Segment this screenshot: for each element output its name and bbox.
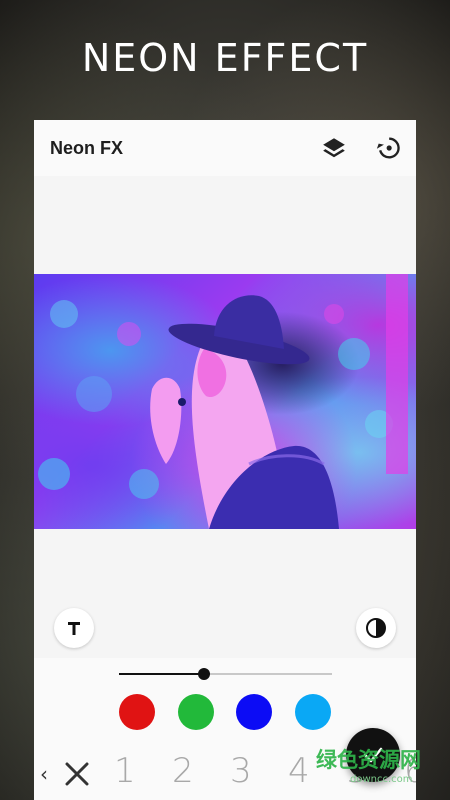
app-bar: Neon FX: [34, 120, 416, 176]
watermark-logo: 绿色资源网: [316, 748, 421, 772]
color-swatch-red[interactable]: [119, 694, 155, 730]
layers-icon[interactable]: [320, 134, 348, 162]
back-chevron-icon[interactable]: ‹: [40, 762, 48, 786]
effect-option-4[interactable]: 4: [288, 751, 310, 791]
close-icon[interactable]: [62, 754, 92, 794]
contrast-icon: [366, 618, 386, 638]
intensity-slider[interactable]: [119, 668, 332, 680]
effect-option-3[interactable]: 3: [230, 751, 252, 791]
woman-with-hat-image: [38, 274, 408, 529]
watermark-url: downcc.com: [350, 774, 413, 785]
neon-photo-preview: [34, 274, 416, 529]
text-tool-icon: [68, 622, 80, 635]
slider-fill: [119, 673, 205, 675]
color-swatch-cyan[interactable]: [295, 694, 331, 730]
effect-option-1[interactable]: 1: [114, 751, 136, 791]
restore-history-icon[interactable]: [374, 134, 402, 162]
promo-headline: NEON EFFECT: [81, 36, 369, 80]
color-swatch-blue[interactable]: [236, 694, 272, 730]
color-swatch-green[interactable]: [178, 694, 214, 730]
slider-thumb[interactable]: [198, 668, 211, 680]
app-title: Neon FX: [50, 138, 124, 158]
text-tool-button[interactable]: [54, 608, 94, 648]
effect-option-2[interactable]: 2: [172, 751, 194, 791]
contrast-button[interactable]: [356, 608, 396, 648]
app-screen: Neon FX ‹ 1 2 3 4 6: [34, 120, 416, 800]
